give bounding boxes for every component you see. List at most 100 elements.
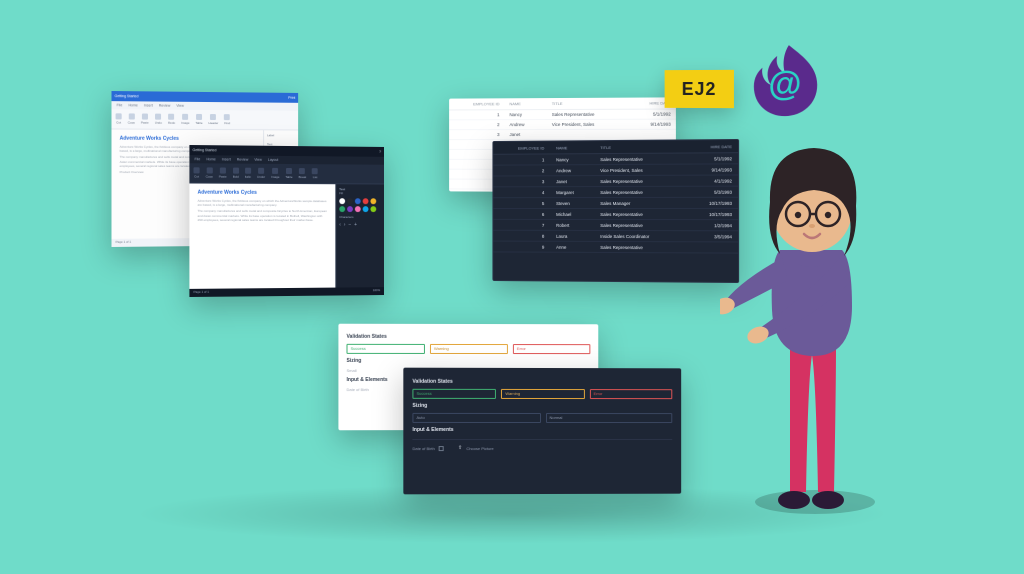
col-header[interactable]: EMPLOYEE ID <box>449 98 504 110</box>
table-row[interactable]: 1NancySales Representative5/1/1992 <box>449 109 676 120</box>
wp-tab[interactable]: Insert <box>144 103 153 107</box>
wp-tab[interactable]: View <box>176 104 184 108</box>
wp-page-count: Page 1 of 1 <box>193 290 209 294</box>
table-row[interactable]: 3JanetSales Representative4/1/1992 <box>493 175 738 187</box>
col-header[interactable]: NAME <box>550 141 594 154</box>
help-icon[interactable]: ? <box>379 150 381 154</box>
input-warning[interactable]: Warning <box>501 389 584 399</box>
col-header[interactable]: NAME <box>505 98 547 110</box>
wp-tool-copy[interactable]: Copy <box>128 113 135 124</box>
wp-tool-paste[interactable]: Paste <box>141 114 149 125</box>
wp-tool-image[interactable]: Image <box>271 168 279 179</box>
table-cell: 5 <box>493 198 550 209</box>
image-icon <box>182 114 188 120</box>
wp-tool-list[interactable]: List <box>312 168 318 179</box>
table-cell: Sales Representative <box>594 175 685 186</box>
wp-tool-find[interactable]: Find <box>224 114 230 125</box>
wp-tab[interactable]: File <box>117 103 123 107</box>
input-normal[interactable]: Normal <box>545 413 672 423</box>
swatch[interactable] <box>347 198 353 204</box>
swatch[interactable] <box>370 198 376 204</box>
underline-icon <box>258 168 264 174</box>
table-row[interactable]: 4MargaretSales Representative5/3/1993 <box>493 186 738 198</box>
wp-tool-paste[interactable]: Paste <box>219 168 227 179</box>
table-row[interactable]: 9AnneSales Representative <box>493 241 738 253</box>
wp-tab[interactable]: File <box>195 157 201 161</box>
table-row[interactable]: 6MichaelSales Representative10/17/1993 <box>493 208 738 219</box>
chevron-left-icon[interactable]: ‹ <box>339 222 341 228</box>
table-row[interactable]: 7RobertSales Representative1/2/1994 <box>493 219 738 230</box>
input-success[interactable]: Success <box>346 344 424 354</box>
swatch[interactable] <box>339 198 345 204</box>
table-row[interactable]: 2AndrewVice President, Sales9/14/1993 <box>449 119 676 130</box>
ej2-badge: EJ2 <box>665 70 734 108</box>
swatch[interactable] <box>363 206 369 212</box>
minus-icon[interactable]: − <box>348 222 351 228</box>
col-header[interactable]: EMPLOYEE ID <box>493 142 550 155</box>
wp-tool-under[interactable]: Under <box>257 168 265 179</box>
wp-tool-table[interactable]: Table <box>285 168 292 179</box>
wp-tool-italic[interactable]: Italic <box>245 168 251 179</box>
wp-tab[interactable]: Review <box>159 104 171 108</box>
wp-tool-copy[interactable]: Copy <box>206 167 213 178</box>
input-warning[interactable]: Warning <box>430 344 508 354</box>
wp-tool-cut[interactable]: Cut <box>193 167 199 178</box>
wp-tool-image[interactable]: Image <box>181 114 189 125</box>
wp-tool-redo[interactable]: Redo <box>168 114 175 125</box>
table-cell: 5/1/1992 <box>628 109 676 119</box>
plus-icon[interactable]: + <box>354 222 357 228</box>
swatch[interactable] <box>370 206 376 212</box>
swatch[interactable] <box>363 198 369 204</box>
table-cell: 1 <box>493 154 550 165</box>
input-error[interactable]: Error <box>513 344 590 354</box>
swatch[interactable] <box>339 206 345 212</box>
table-cell: Vice President, Sales <box>547 119 628 129</box>
col-header[interactable]: TITLE <box>547 98 628 110</box>
table-cell: 2 <box>493 165 550 176</box>
wp-heading: Adventure Works Cycles <box>120 136 256 143</box>
copy-icon <box>128 113 134 119</box>
datagrid-dark[interactable]: EMPLOYEE ID NAME TITLE HIRE DATE 1NancyS… <box>493 140 738 254</box>
wp-tool-bold[interactable]: Bold <box>233 168 239 179</box>
table-row[interactable]: 3Janet <box>449 129 676 139</box>
cut-icon <box>193 167 199 173</box>
input-auto[interactable]: Auto <box>412 413 540 423</box>
col-header[interactable]: TITLE <box>594 140 685 153</box>
wp-tab[interactable]: Home <box>128 103 137 107</box>
table-cell: Sales Representative <box>594 241 685 252</box>
wp-tab[interactable]: Layout <box>268 158 278 162</box>
wp-tab[interactable]: View <box>254 158 262 162</box>
table-cell: Laura <box>550 230 594 241</box>
table-cell: Sales Representative <box>594 208 685 219</box>
table-row[interactable]: 5StevenSales Manager10/17/1993 <box>493 197 738 208</box>
wp-side-sub: Fill <box>339 191 381 195</box>
table-cell: Steven <box>550 198 594 209</box>
chevron-right-icon[interactable]: › <box>344 222 346 228</box>
table-cell: 6 <box>493 209 550 220</box>
input-success[interactable]: Success <box>412 389 496 399</box>
table-cell: Andrew <box>550 165 594 176</box>
table-cell: 3 <box>449 130 504 140</box>
swatch[interactable] <box>355 198 361 204</box>
table-row[interactable]: 8LauraInside Sales Coordinator3/5/1994 <box>493 230 738 242</box>
swatch[interactable] <box>355 206 361 212</box>
table-cell: Andrew <box>505 120 547 130</box>
wp-title: Getting Started <box>192 148 216 152</box>
wp-document[interactable]: Adventure Works Cycles Adventure Works C… <box>189 184 335 289</box>
wp-tool-header[interactable]: Header <box>209 114 219 125</box>
input-error[interactable]: Error <box>590 389 673 399</box>
wp-tool-table[interactable]: Table <box>195 114 202 125</box>
wp-tool-cut[interactable]: Cut <box>116 113 122 124</box>
wp-tool-undo[interactable]: Undo <box>155 114 162 125</box>
wp-tab[interactable]: Home <box>206 157 215 161</box>
wp-tool-break[interactable]: Break <box>298 168 306 179</box>
wordprocessor-dark-panel: Getting Started ? File Home Insert Revie… <box>189 145 384 297</box>
swatch[interactable] <box>347 206 353 212</box>
paste-icon <box>142 114 148 120</box>
list-icon <box>312 168 318 174</box>
wp-toolbar: Cut Copy Paste Undo Redo Image Table Hea… <box>111 109 298 130</box>
dob-field[interactable]: Date of Birth <box>412 446 443 451</box>
wp-tab[interactable]: Insert <box>222 157 231 161</box>
upload-field[interactable]: ⇧ Choose Picture <box>458 445 494 451</box>
wp-tab[interactable]: Review <box>237 158 249 162</box>
